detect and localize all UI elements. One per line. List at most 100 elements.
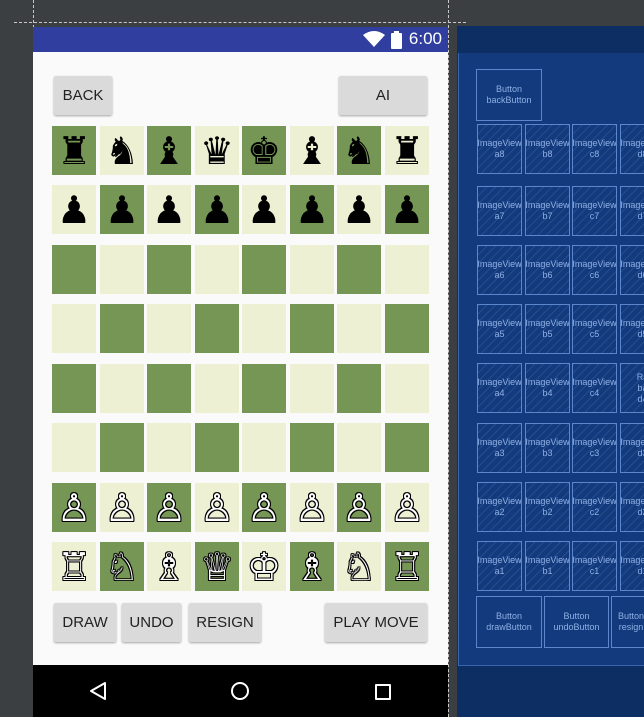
blueprint-imageview[interactable]: ImageView b5 (525, 304, 570, 354)
back-button[interactable]: BACK (54, 76, 112, 115)
square-g2[interactable]: ♙ (337, 483, 381, 532)
square-f7[interactable]: ♟ (290, 185, 334, 234)
chess-piece[interactable]: ♙ (105, 489, 139, 527)
square-h7[interactable]: ♟ (385, 185, 429, 234)
square-g3[interactable] (337, 423, 381, 472)
square-e7[interactable]: ♟ (242, 185, 286, 234)
square-a1[interactable]: ♖ (52, 542, 96, 591)
square-d1[interactable]: ♕ (195, 542, 239, 591)
square-g8[interactable]: ♞ (337, 126, 381, 175)
square-e8[interactable]: ♚ (242, 126, 286, 175)
square-d6[interactable] (195, 245, 239, 294)
square-e3[interactable] (242, 423, 286, 472)
blueprint-button[interactable]: Button resign (611, 596, 644, 648)
blueprint-imageview[interactable]: ImageView c3 (572, 423, 617, 473)
square-d8[interactable]: ♛ (195, 126, 239, 175)
blueprint-imageview[interactable]: ImageViewd7 (620, 186, 644, 236)
square-c6[interactable] (147, 245, 191, 294)
blueprint-imageview[interactable]: ImageView c2 (572, 482, 617, 532)
chess-piece[interactable]: ♛ (200, 132, 234, 170)
square-a6[interactable] (52, 245, 96, 294)
blueprint-imageview[interactable]: ImageView a4 (477, 363, 522, 413)
square-a8[interactable]: ♜ (52, 126, 96, 175)
chess-piece[interactable]: ♕ (200, 548, 234, 586)
blueprint-imageview[interactable]: ImageViewd5 (620, 304, 644, 354)
square-e1[interactable]: ♔ (242, 542, 286, 591)
square-h3[interactable] (385, 423, 429, 472)
square-h8[interactable]: ♜ (385, 126, 429, 175)
square-b8[interactable]: ♞ (100, 126, 144, 175)
chess-piece[interactable]: ♞ (105, 132, 139, 170)
draw-button[interactable]: DRAW (54, 603, 116, 642)
chess-piece[interactable]: ♔ (247, 548, 281, 586)
chess-piece[interactable]: ♞ (342, 132, 376, 170)
square-g7[interactable]: ♟ (337, 185, 381, 234)
square-c4[interactable] (147, 364, 191, 413)
blueprint-button[interactable]: Button undoButton (544, 596, 609, 648)
square-a3[interactable] (52, 423, 96, 472)
square-a7[interactable]: ♟ (52, 185, 96, 234)
square-b2[interactable]: ♙ (100, 483, 144, 532)
chess-piece[interactable]: ♟ (200, 191, 234, 229)
square-f1[interactable]: ♗ (290, 542, 334, 591)
square-e5[interactable] (242, 304, 286, 353)
blueprint-imageview[interactable]: ImageView a2 (477, 482, 522, 532)
chess-piece[interactable]: ♖ (57, 548, 91, 586)
blueprint-imageview[interactable]: ImageView b8 (525, 124, 570, 174)
blueprint-imageview[interactable]: Rabad4 (620, 363, 644, 413)
blueprint-imageview[interactable]: ImageView c6 (572, 245, 617, 295)
square-h4[interactable] (385, 364, 429, 413)
square-c8[interactable]: ♝ (147, 126, 191, 175)
chess-piece[interactable]: ♖ (390, 548, 424, 586)
square-h5[interactable] (385, 304, 429, 353)
blueprint-imageview[interactable]: ImageView c1 (572, 541, 617, 591)
home-circle-icon[interactable] (231, 682, 249, 700)
blueprint-imageview[interactable]: ImageViewd2 (620, 482, 644, 532)
chess-piece[interactable]: ♝ (295, 132, 329, 170)
blueprint-imageview[interactable]: ImageView b1 (525, 541, 570, 591)
square-g5[interactable] (337, 304, 381, 353)
chess-piece[interactable]: ♗ (295, 548, 329, 586)
square-b3[interactable] (100, 423, 144, 472)
blueprint-imageview[interactable]: ImageView b4 (525, 363, 570, 413)
chess-piece[interactable]: ♙ (152, 489, 186, 527)
recents-square-icon[interactable] (375, 684, 391, 700)
blueprint-imageview[interactable]: ImageViewd1 (620, 541, 644, 591)
square-g4[interactable] (337, 364, 381, 413)
blueprint-imageview[interactable]: ImageView c4 (572, 363, 617, 413)
chess-piece[interactable]: ♙ (247, 489, 281, 527)
square-b5[interactable] (100, 304, 144, 353)
square-g1[interactable]: ♘ (337, 542, 381, 591)
square-f3[interactable] (290, 423, 334, 472)
blueprint-imageview[interactable]: ImageViewd6 (620, 245, 644, 295)
square-e4[interactable] (242, 364, 286, 413)
square-g6[interactable] (337, 245, 381, 294)
square-c7[interactable]: ♟ (147, 185, 191, 234)
chess-piece[interactable]: ♟ (247, 191, 281, 229)
blueprint-imageview[interactable]: ImageViewd3 (620, 423, 644, 473)
square-d4[interactable] (195, 364, 239, 413)
square-b7[interactable]: ♟ (100, 185, 144, 234)
chess-piece[interactable]: ♟ (57, 191, 91, 229)
square-h1[interactable]: ♖ (385, 542, 429, 591)
ai-button[interactable]: AI (339, 76, 427, 115)
square-c2[interactable]: ♙ (147, 483, 191, 532)
square-f6[interactable] (290, 245, 334, 294)
chess-piece[interactable]: ♘ (342, 548, 376, 586)
square-c3[interactable] (147, 423, 191, 472)
square-c5[interactable] (147, 304, 191, 353)
play-move-button[interactable]: PLAY MOVE (325, 603, 427, 642)
square-b6[interactable] (100, 245, 144, 294)
square-f4[interactable] (290, 364, 334, 413)
square-e6[interactable] (242, 245, 286, 294)
blueprint-imageview[interactable]: ImageView a5 (477, 304, 522, 354)
chess-piece[interactable]: ♜ (57, 132, 91, 170)
undo-button[interactable]: UNDO (122, 603, 181, 642)
chess-piece[interactable]: ♟ (105, 191, 139, 229)
square-b4[interactable] (100, 364, 144, 413)
square-c1[interactable]: ♗ (147, 542, 191, 591)
blueprint-imageview[interactable]: ImageView b7 (525, 186, 570, 236)
chess-piece[interactable]: ♝ (152, 132, 186, 170)
blueprint-imageview[interactable]: ImageView b3 (525, 423, 570, 473)
square-f2[interactable]: ♙ (290, 483, 334, 532)
